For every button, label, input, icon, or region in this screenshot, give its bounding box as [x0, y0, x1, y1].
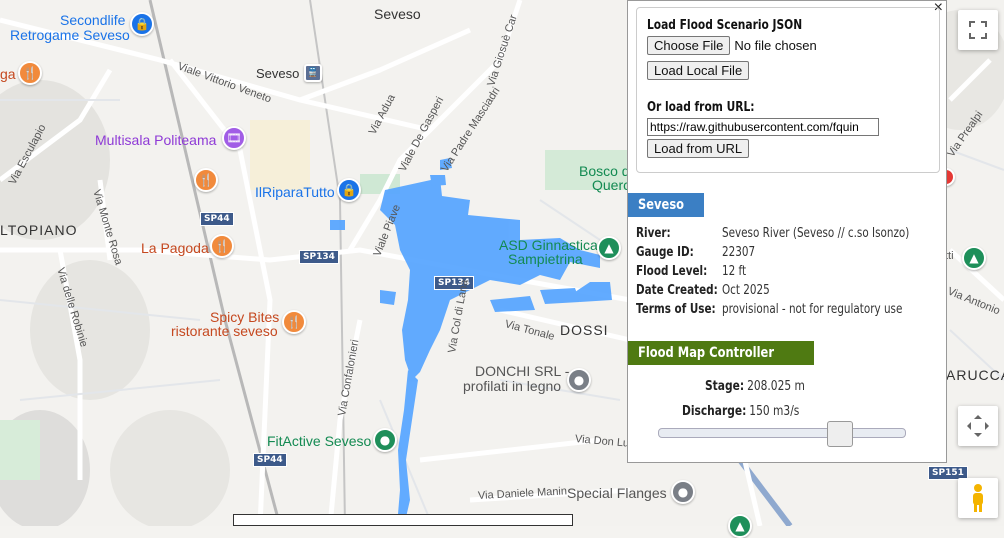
info-key-river: River:	[636, 226, 671, 241]
poi-fitactive[interactable]: FitActive Seveso	[267, 433, 371, 449]
poi-spicy-bites-line2[interactable]: ristorante seveso	[171, 323, 278, 339]
poi-asd-line2[interactable]: Sampietrina	[508, 251, 583, 267]
pegman-icon	[973, 484, 983, 512]
info-value-terms-of-use: provisional - not for regulatory use	[722, 302, 903, 317]
road-shield-sp134-left: SP134	[299, 250, 339, 264]
poi-multisala-politeama[interactable]: Multisala Politeama	[95, 132, 216, 148]
load-local-file-button[interactable]: Load Local File	[647, 61, 750, 80]
street-view-pegman-button[interactable]	[958, 478, 998, 518]
road-shield-sp44-top: SP44	[200, 212, 234, 226]
poi-la-pagoda[interactable]: La Pagoda	[141, 240, 209, 256]
choose-file-button[interactable]: Choose File	[647, 36, 731, 55]
poi-ga-label[interactable]: ga	[0, 66, 16, 82]
shopping-bag-icon[interactable]: 🔒	[337, 178, 361, 202]
load-scenario-box: Load Flood Scenario JSON Choose File No f…	[636, 7, 940, 173]
town-label-arucca: ARUCCA	[946, 367, 1004, 383]
road-shield-sp44-bottom: SP44	[253, 453, 287, 467]
camera-control-icon	[967, 415, 989, 437]
poi-ilriparatutto[interactable]: IlRiparaTutto	[255, 184, 335, 200]
info-key-flood-level: Flood Level:	[636, 264, 708, 279]
town-label-dossi: DOSSI	[560, 322, 609, 338]
stage-slider-track[interactable]	[658, 428, 906, 438]
info-value-gauge-id: 22307	[722, 245, 756, 260]
info-value-flood-level: 12 ft	[722, 264, 747, 279]
bottom-bar	[233, 514, 573, 526]
load-from-url-button[interactable]: Load from URL	[647, 139, 750, 158]
restaurant-icon[interactable]: 🍴	[282, 310, 306, 334]
poi-special-flanges[interactable]: Special Flanges	[567, 485, 667, 501]
restaurant-icon[interactable]: 🍴	[210, 234, 234, 258]
controller-title: Flood Map Controller	[638, 345, 774, 361]
stage-label: Stage:	[705, 379, 745, 394]
flood-control-panel: × Load Flood Scenario JSON Choose File No…	[627, 0, 947, 463]
url-input[interactable]: https://raw.githubusercontent.com/fquin	[647, 118, 879, 136]
fullscreen-icon	[969, 21, 987, 39]
info-value-river: Seveso River (Seveso // c.so Isonzo)	[722, 226, 910, 241]
poi-donchi-line2[interactable]: profilati in legno	[463, 378, 561, 394]
discharge-label: Discharge:	[682, 404, 747, 419]
park-icon[interactable]: ▲	[597, 236, 621, 260]
park-icon[interactable]: ▲	[728, 514, 752, 538]
gym-icon[interactable]: ●	[373, 428, 397, 452]
site-name: Seveso	[638, 197, 685, 213]
poi-donchi-line1[interactable]: DONCHI SRL -	[475, 363, 569, 379]
discharge-row: Discharge: 150 m3/s	[682, 403, 799, 419]
shopping-bag-icon[interactable]: 🔒	[130, 12, 154, 36]
train-station-icon[interactable]: 🚆	[304, 64, 322, 82]
info-key-terms-of-use: Terms of Use:	[636, 302, 716, 317]
info-key-date-created: Date Created:	[636, 283, 718, 298]
fullscreen-button[interactable]	[958, 10, 998, 50]
cinema-icon[interactable]: 🎞	[222, 126, 246, 150]
town-label-seveso-station: Seveso	[256, 66, 300, 81]
business-icon[interactable]: ●	[567, 368, 591, 392]
info-key-gauge-id: Gauge ID:	[636, 245, 694, 260]
discharge-value: 150 m3/s	[749, 404, 800, 419]
restaurant-icon[interactable]: 🍴	[18, 61, 42, 85]
info-value-date-created: Oct 2025	[722, 283, 770, 298]
poi-secondlife-line2[interactable]: Retrogame Seveso	[10, 27, 130, 43]
camera-control-button[interactable]	[958, 406, 998, 446]
poi-bosco-line2[interactable]: Querc	[592, 177, 630, 193]
stage-value: 208.025 m	[747, 379, 805, 394]
park-icon[interactable]: ▲	[962, 246, 986, 270]
load-from-url-label: Or load from URL:	[647, 100, 755, 115]
poi-secondlife-line1[interactable]: Secondlife	[60, 12, 125, 28]
business-icon[interactable]: ●	[671, 480, 695, 504]
site-name-badge: Seveso	[628, 193, 705, 217]
file-status-text: No file chosen	[734, 38, 817, 53]
stage-slider-thumb[interactable]	[826, 421, 853, 447]
load-scenario-title: Load Flood Scenario JSON	[647, 18, 803, 33]
restaurant-icon[interactable]: 🍴	[194, 168, 218, 192]
stage-row: Stage: 208.025 m	[705, 378, 805, 394]
controller-title-badge: Flood Map Controller	[628, 341, 814, 365]
town-label-seveso-top: Seveso	[374, 6, 421, 22]
town-label-altopiano: LTOPIANO	[0, 222, 78, 238]
